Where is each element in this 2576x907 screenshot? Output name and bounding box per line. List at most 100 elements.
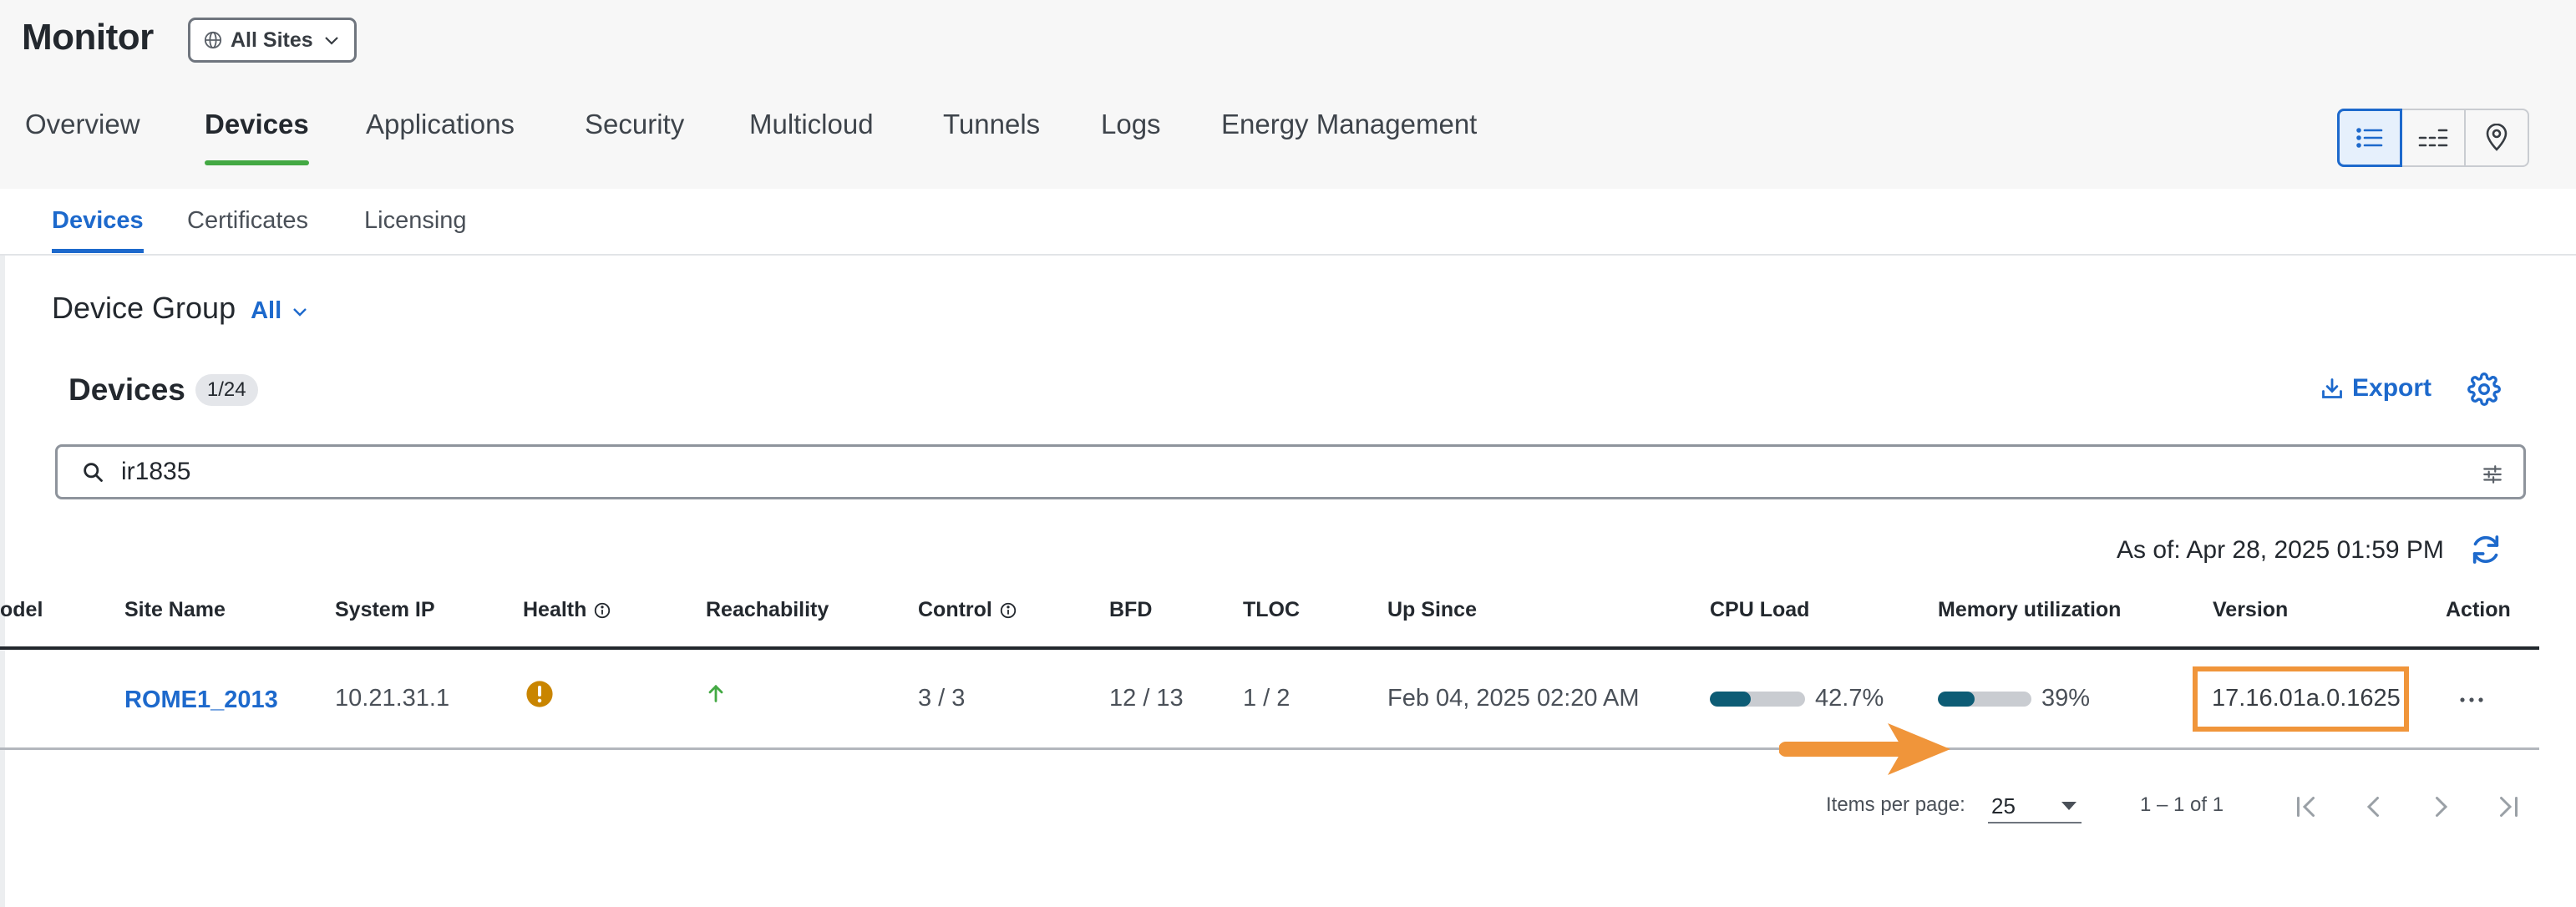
site-selector-button[interactable]: All Sites — [188, 18, 357, 63]
page-title: Monitor — [22, 17, 154, 58]
tab-tunnels[interactable]: Tunnels — [943, 109, 1040, 140]
col-version[interactable]: Version — [2213, 598, 2288, 622]
site-selector-label: All Sites — [231, 28, 313, 52]
reachability-cell — [704, 682, 728, 712]
globe-icon — [204, 31, 222, 49]
caret-down-icon — [2061, 802, 2077, 810]
arrow-up-icon — [708, 684, 723, 702]
tab-applications[interactable]: Applications — [366, 109, 515, 140]
col-site-name[interactable]: Site Name — [124, 598, 226, 622]
col-up-since[interactable]: Up Since — [1387, 598, 1477, 622]
last-page-button[interactable] — [2489, 788, 2526, 825]
items-per-page-value: 25 — [1991, 793, 2016, 818]
device-group-value: All — [251, 297, 282, 324]
chevron-left-icon — [2366, 797, 2379, 817]
export-label: Export — [2352, 374, 2432, 402]
memory-value: 39% — [2041, 685, 2091, 712]
col-tloc[interactable]: TLOC — [1243, 598, 1300, 622]
system-ip-cell: 10.21.31.1 — [335, 685, 450, 712]
view-mode-toggle — [2337, 109, 2531, 167]
previous-page-button[interactable] — [2355, 788, 2392, 825]
table-row: ROME1_2013 10.21.31.1 3 / 3 12 / 13 1 / … — [0, 650, 2539, 750]
tloc-cell: 1 / 2 — [1243, 685, 1291, 712]
device-group-filter: Device Group All — [52, 291, 310, 326]
active-tab-indicator — [205, 160, 309, 165]
control-cell: 3 / 3 — [918, 685, 966, 712]
memory-bar-fill — [1938, 691, 1975, 707]
last-updated-text: As of: Apr 28, 2025 01:59 PM — [2117, 536, 2444, 564]
last-page-icon — [2500, 797, 2518, 817]
device-group-dropdown[interactable]: All — [251, 297, 310, 325]
col-control[interactable]: Control — [918, 598, 1017, 622]
filter-settings-icon[interactable] — [2482, 464, 2503, 485]
export-button[interactable]: Export — [2320, 374, 2431, 403]
col-memory-utilization[interactable]: Memory utilization — [1938, 598, 2121, 622]
refresh-button[interactable] — [2469, 533, 2502, 570]
list-view-button[interactable] — [2337, 109, 2402, 167]
sub-tabs: Devices Certificates Licensing — [0, 189, 2576, 256]
up-since-cell: Feb 04, 2025 02:20 AM — [1387, 685, 1640, 712]
info-icon[interactable] — [999, 601, 1017, 620]
subtab-licensing[interactable]: Licensing — [364, 207, 467, 235]
tab-devices[interactable]: Devices — [205, 109, 309, 165]
gear-icon — [2467, 372, 2501, 406]
col-system-ip[interactable]: System IP — [335, 598, 435, 622]
map-view-button[interactable] — [2464, 109, 2529, 167]
more-horizontal-icon — [2460, 697, 2483, 702]
devices-title: Devices — [68, 372, 185, 407]
subtab-certificates[interactable]: Certificates — [187, 207, 308, 235]
col-cpu-load[interactable]: CPU Load — [1710, 598, 1809, 622]
first-page-icon — [2297, 797, 2315, 817]
device-search-box — [55, 444, 2526, 499]
info-icon[interactable] — [593, 601, 611, 620]
refresh-icon — [2472, 535, 2499, 564]
cpu-load-bar — [1710, 691, 1805, 707]
col-action: Action — [2446, 598, 2511, 621]
annotation-arrow — [1779, 723, 1950, 775]
tab-energy-management[interactable]: Energy Management — [1221, 109, 1477, 140]
tab-logs[interactable]: Logs — [1101, 109, 1161, 140]
version-cell: 17.16.01a.0.1625 — [2212, 685, 2401, 712]
col-bfd[interactable]: BFD — [1109, 598, 1152, 622]
table-view-button[interactable] — [2401, 109, 2466, 167]
table-header: odel Site Name System IP Health Reachabi… — [0, 598, 2539, 650]
next-page-button[interactable] — [2422, 788, 2459, 825]
items-per-page-label: Items per page: — [1826, 793, 1965, 816]
top-header: Monitor All Sites Overview Devices Appli… — [0, 0, 2576, 189]
chevron-down-icon — [293, 307, 307, 317]
chevron-right-icon — [2436, 797, 2448, 817]
health-cell — [525, 680, 554, 715]
table-settings-button[interactable] — [2467, 372, 2501, 410]
tab-multicloud[interactable]: Multicloud — [749, 109, 874, 140]
cpu-load-value: 42.7% — [1815, 685, 1884, 712]
search-input[interactable] — [121, 458, 2376, 486]
bfd-cell: 12 / 13 — [1109, 685, 1184, 712]
device-group-label: Device Group — [52, 291, 236, 325]
search-icon — [84, 463, 103, 482]
col-health[interactable]: Health — [523, 598, 611, 622]
table-icon — [2418, 129, 2448, 147]
col-reachability[interactable]: Reachability — [706, 598, 829, 622]
warning-icon — [526, 681, 553, 707]
subtab-devices[interactable]: Devices — [52, 207, 144, 253]
panel-edge — [0, 256, 5, 907]
items-per-page-select[interactable]: 25 — [1988, 790, 2082, 823]
active-subtab-indicator — [52, 249, 144, 253]
map-pin-icon — [2486, 124, 2508, 151]
tab-overview[interactable]: Overview — [25, 109, 140, 140]
list-icon — [2356, 128, 2383, 148]
cpu-load-cell: 42.7% — [1710, 685, 1884, 712]
site-name-link[interactable]: ROME1_2013 — [124, 687, 278, 714]
first-page-button[interactable] — [2289, 788, 2325, 825]
col-model[interactable]: odel — [0, 598, 43, 622]
cpu-load-bar-fill — [1710, 691, 1751, 707]
memory-bar — [1938, 691, 2031, 707]
tab-security[interactable]: Security — [585, 109, 684, 140]
memory-utilization-cell: 39% — [1938, 685, 2090, 712]
devices-count-badge: 1/24 — [195, 374, 258, 406]
devices-section-title: Devices 1/24 — [68, 372, 258, 408]
row-actions-button[interactable] — [2457, 687, 2486, 715]
pagination-range: 1 – 1 of 1 — [2140, 793, 2224, 816]
download-icon — [2322, 378, 2342, 398]
chevron-down-icon — [324, 37, 338, 45]
